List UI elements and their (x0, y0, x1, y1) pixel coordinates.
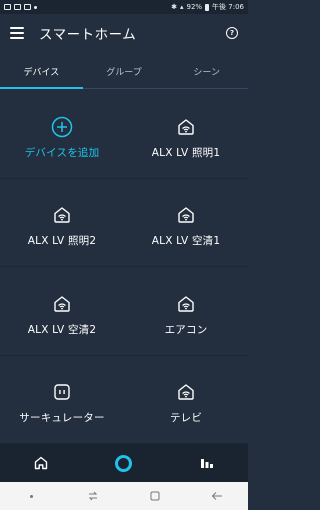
device-tile-light2[interactable]: ALX LV 照明2 (0, 179, 124, 267)
status-right: ✱ ▴ 92% 午後 7:06 (171, 2, 244, 12)
smart-home-device-icon (51, 293, 73, 315)
device-tile-circulator[interactable]: サーキュレーター (0, 356, 124, 444)
shield-notification-icon (14, 4, 21, 10)
assistant-dot-icon[interactable] (16, 486, 46, 506)
tab-groups[interactable]: グループ (83, 60, 166, 88)
home-icon[interactable] (21, 448, 61, 478)
device-label: エアコン (164, 323, 208, 336)
smart-plug-icon (51, 381, 73, 403)
device-tile-purifier2[interactable]: ALX LV 空清2 (0, 267, 124, 356)
device-tile-tv[interactable]: テレビ (124, 356, 248, 444)
system-navigation-bar (0, 482, 248, 510)
battery-icon (205, 3, 210, 11)
recent-apps-icon[interactable] (78, 486, 108, 506)
device-label: ALX LV 照明1 (151, 146, 221, 159)
smart-home-device-icon (51, 204, 73, 226)
device-label: ALX LV 空清1 (151, 235, 221, 248)
status-time: 午後 7:06 (212, 3, 244, 11)
status-left (4, 4, 37, 10)
bluetooth-icon: ✱ (171, 3, 177, 11)
home-button-icon[interactable] (140, 486, 170, 506)
help-circle-icon[interactable]: ? (226, 27, 238, 39)
device-label: ALX LV 空清2 (27, 323, 97, 336)
device-label: デバイスを追加 (24, 146, 100, 159)
smart-home-device-icon (175, 116, 197, 138)
device-grid: デバイスを追加 ALX LV 照明1 ALX LV 照明2 ALX LV 空清1… (0, 90, 248, 444)
alexa-icon[interactable] (104, 448, 144, 478)
device-label: テレビ (169, 412, 203, 425)
back-icon[interactable] (202, 486, 232, 506)
smart-home-device-icon (175, 381, 197, 403)
battery-percent: 92% (186, 3, 203, 11)
device-tile-purifier1[interactable]: ALX LV 空清1 (124, 179, 248, 267)
device-label: サーキュレーター (19, 412, 105, 425)
tab-devices[interactable]: デバイス (0, 60, 83, 89)
bottom-navigation (0, 444, 248, 482)
gallery-notification-icon (4, 4, 11, 10)
add-device-tile[interactable]: デバイスを追加 (0, 90, 124, 179)
page-title: スマートホーム (39, 27, 137, 43)
devices-icon[interactable] (187, 448, 227, 478)
tab-bar: デバイス グループ シーン (0, 60, 248, 89)
tab-scenes[interactable]: シーン (165, 60, 248, 88)
signal-icon: ▴ (179, 3, 184, 11)
app-bar: スマートホーム ? (0, 14, 248, 52)
add-circle-icon (51, 116, 73, 138)
more-notifications-icon (34, 5, 37, 9)
status-bar: ✱ ▴ 92% 午後 7:06 (0, 0, 248, 14)
smart-home-device-icon (175, 204, 197, 226)
smart-home-device-icon (175, 293, 197, 315)
hamburger-menu-icon[interactable] (10, 27, 24, 39)
app-notification-icon (24, 4, 31, 10)
device-tile-aircon[interactable]: エアコン (124, 267, 248, 356)
device-tile-light1[interactable]: ALX LV 照明1 (124, 90, 248, 179)
device-label: ALX LV 照明2 (27, 235, 97, 248)
